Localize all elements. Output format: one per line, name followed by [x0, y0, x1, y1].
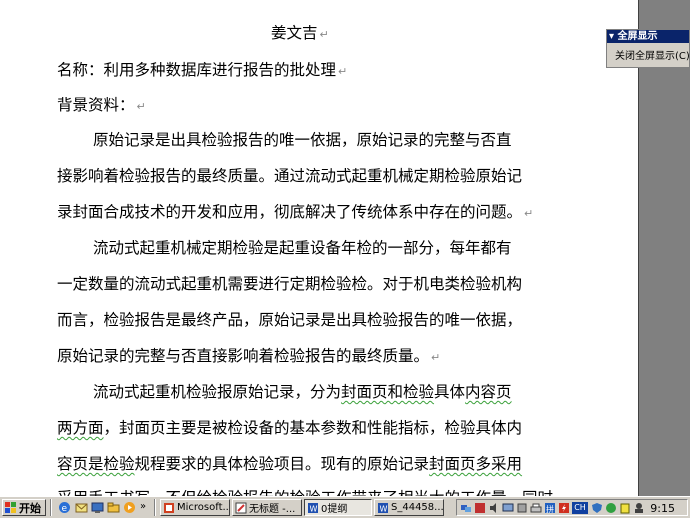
office-icon [164, 502, 174, 513]
para3-line2: 两方面，封面页主要是被检设备的基本参数和性能指标，检验具体内 [57, 419, 523, 437]
para1-line3: 录封面合成技术的开发和应用，彻底解决了传统体系中存在的问题。 ↵ [57, 203, 534, 221]
taskbar-clock[interactable]: 9:15 [650, 502, 675, 515]
paragraph-mark: ↵ [524, 207, 534, 220]
word-document-icon: W [378, 502, 388, 513]
para3-line4-partial: 采用手工书写，不但给检验报告的检验工作带来了相当大的工作量，同时 [57, 486, 553, 496]
monitor-icon[interactable] [502, 502, 514, 514]
printer-icon[interactable] [530, 502, 542, 514]
doc-background-label: 背景资料： ↵ [57, 96, 146, 114]
ime-icon[interactable]: 拼 [544, 502, 556, 514]
desktop-icon[interactable] [91, 501, 104, 514]
doc-name-line: 名称：利用多种数据库进行报告的批处理 ↵ [57, 61, 348, 79]
para1-line2: 接影响着检验报告的最终质量。通过流动式起重机械定期检验原始记 [57, 167, 523, 185]
paragraph-mark: ↵ [431, 351, 441, 364]
para3-line3: 容页是检验规程要求的具体检验项目。现有的原始记录封面页多采用 [57, 455, 523, 473]
workspace-side-panel [638, 0, 690, 496]
para1-line1: 原始记录是出具检验报告的唯一依据，原始记录的完整与否直 [93, 131, 512, 149]
fullscreen-toolbar-title[interactable]: ▾ 全屏显示 [607, 30, 689, 43]
word-document-icon: W [308, 502, 318, 513]
doc-title: 姜文吉 ↵ [271, 24, 329, 42]
paint-icon [235, 502, 247, 513]
system-tray: 拼 CH 9:15 [456, 499, 688, 516]
network-icon[interactable] [460, 502, 472, 514]
para2-line3: 而言，检验报告是最终产品，原始记录是出具检验报告的唯一依据， [57, 311, 523, 329]
outlook-icon[interactable] [75, 501, 88, 514]
taskbar-button-microsoft[interactable]: Microsoft... [160, 499, 230, 516]
shield-icon[interactable] [591, 502, 603, 514]
fullscreen-toolbar[interactable]: ▾ 全屏显示 关闭全屏显示(C) [606, 29, 690, 68]
taskbar-separator [50, 499, 52, 516]
svg-text:拼: 拼 [546, 504, 554, 514]
windows-logo-icon [5, 501, 16, 513]
update-icon[interactable] [605, 502, 617, 514]
document-page[interactable]: 姜文吉 ↵ 名称：利用多种数据库进行报告的批处理 ↵ 背景资料： ↵ 原始记录是出具检… [0, 0, 638, 496]
start-button[interactable]: 开始 [2, 499, 46, 516]
svg-text:W: W [380, 504, 388, 513]
para2-line2: 一定数量的流动式起重机需要进行定期检验检。对于机电类检验机构 [57, 275, 523, 293]
media-player-icon[interactable] [123, 501, 136, 514]
taskbar: 开始 e » Microsoft... 无标题 -... W 0提纲 W S_4… [0, 496, 690, 518]
ie-icon[interactable]: e [58, 501, 71, 514]
para2-line1: 流动式起重机械定期检验是起重设备年检的一部分，每年都有 [93, 239, 512, 257]
taskbar-button-s44458[interactable]: W S_44458... [374, 499, 444, 516]
paragraph-mark: ↵ [319, 28, 329, 41]
svg-text:e: e [62, 504, 68, 514]
taskbar-button-untitled[interactable]: 无标题 -... [232, 499, 302, 516]
device-icon[interactable] [516, 502, 528, 514]
language-indicator[interactable]: CH [572, 502, 588, 514]
folder-icon[interactable] [107, 501, 120, 514]
para2-line4: 原始记录的完整与否直接影响着检验报告的最终质量。 ↵ [57, 347, 441, 365]
close-fullscreen-button[interactable]: 关闭全屏显示(C) [607, 43, 690, 62]
battery-icon[interactable] [619, 502, 631, 514]
svg-text:W: W [310, 504, 318, 513]
para3-line1: 流动式起重机检验报原始记录，分为封面页和检验具体内容页 [93, 383, 512, 401]
user-icon[interactable] [633, 502, 645, 514]
paragraph-mark: ↵ [338, 65, 348, 78]
volume-icon[interactable] [488, 502, 500, 514]
antivirus-icon[interactable] [474, 502, 486, 514]
taskbar-separator [154, 499, 156, 516]
paragraph-mark: ↵ [136, 100, 146, 113]
flash-icon[interactable] [558, 502, 570, 514]
quicklaunch-more-icon[interactable]: » [140, 501, 153, 514]
taskbar-button-outline[interactable]: W 0提纲 [304, 499, 372, 516]
